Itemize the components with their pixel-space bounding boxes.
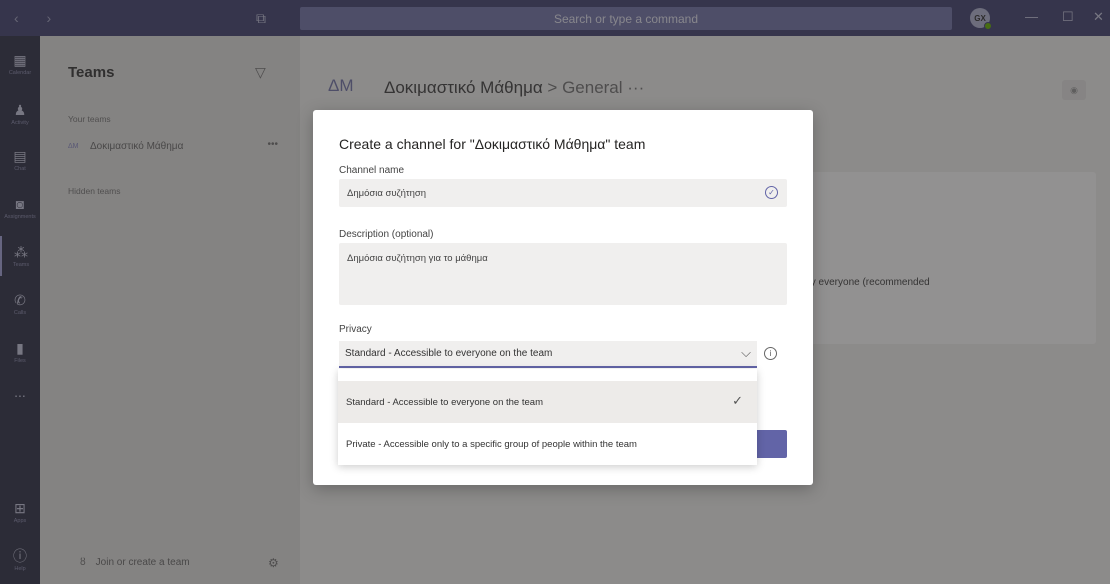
checkmark-icon: ✓: [732, 393, 743, 408]
chevron-down-icon: ⌵: [741, 345, 751, 360]
privacy-dropdown: Standard - Accessible to everyone on the…: [338, 369, 757, 465]
privacy-label: Privacy: [339, 324, 372, 335]
privacy-option-private[interactable]: Private - Accessible only to a specific …: [338, 423, 757, 465]
dialog-title: Create a channel for "Δοκιμαστικό Μάθημα…: [339, 136, 646, 152]
privacy-option-standard[interactable]: Standard - Accessible to everyone on the…: [338, 381, 757, 423]
privacy-selected-value: Standard - Accessible to everyone on the…: [345, 348, 553, 359]
channel-name-value: Δημόσια συζήτηση: [347, 187, 427, 199]
channel-name-input[interactable]: Δημόσια συζήτηση ✓: [339, 179, 787, 207]
description-label: Description (optional): [339, 229, 434, 240]
info-icon[interactable]: i: [764, 347, 777, 360]
privacy-select[interactable]: Standard - Accessible to everyone on the…: [339, 341, 757, 368]
channel-name-label: Channel name: [339, 165, 405, 176]
description-value: Δημόσια συζήτηση για το μάθημα: [347, 253, 488, 264]
description-input[interactable]: Δημόσια συζήτηση για το μάθημα: [339, 243, 787, 305]
check-circle-icon: ✓: [765, 186, 778, 199]
